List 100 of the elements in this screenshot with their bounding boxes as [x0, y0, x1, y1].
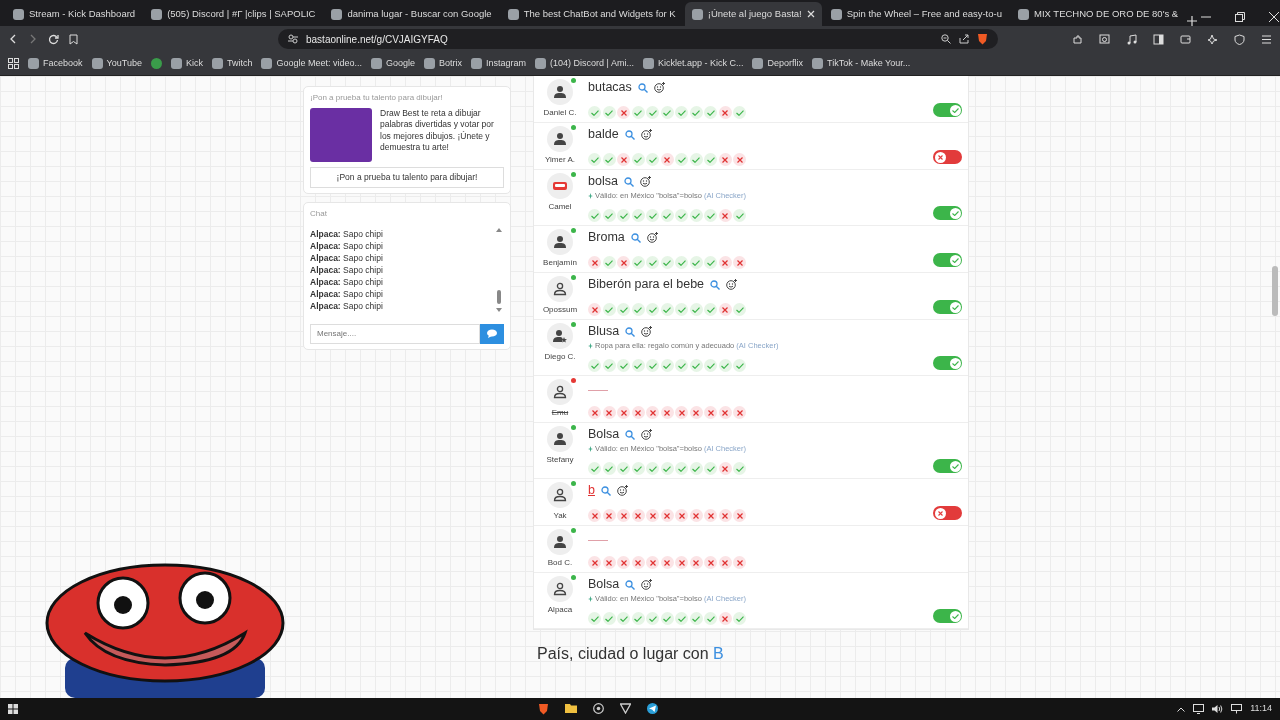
verdict-toggle[interactable] — [933, 300, 962, 314]
bookmark-link[interactable]: Twitch — [211, 56, 253, 71]
search-icon[interactable] — [623, 176, 634, 187]
verdict-toggle[interactable] — [933, 609, 962, 623]
bookmark-link[interactable]: Deporflix — [752, 56, 803, 71]
add-reaction-icon[interactable] — [641, 326, 653, 337]
sidebar-icon[interactable] — [1153, 33, 1164, 45]
browser-tab[interactable]: (505) Discord | #Γ |clips | SAPOLIC — [144, 2, 323, 26]
clock-time: 11:14 — [1250, 702, 1272, 716]
bookmark-link[interactable]: Instagram — [471, 56, 527, 71]
lion-shield-icon[interactable] — [537, 703, 549, 715]
folder-icon[interactable] — [564, 703, 577, 713]
verdict-toggle[interactable] — [933, 206, 962, 220]
browser-tab[interactable]: Stream - Kick Dashboard — [6, 2, 143, 26]
user-icon — [553, 432, 567, 446]
verdict-toggle[interactable] — [933, 356, 962, 370]
search-icon[interactable] — [625, 429, 636, 440]
user-icon — [553, 85, 567, 99]
scroll-thumb-icon[interactable] — [497, 289, 501, 304]
music-icon[interactable] — [1126, 33, 1137, 45]
add-reaction-icon[interactable] — [726, 279, 738, 290]
verdict-toggle[interactable] — [933, 253, 962, 267]
sparkle-icon[interactable] — [1207, 33, 1218, 45]
share-icon[interactable] — [959, 34, 969, 44]
verdict-toggle[interactable] — [933, 506, 962, 520]
verdict-toggle[interactable] — [933, 459, 962, 473]
bookmark-link[interactable]: Google — [371, 56, 416, 71]
forward-icon[interactable] — [28, 34, 38, 44]
player-name: Bod C. — [547, 557, 573, 569]
add-reaction-icon[interactable] — [641, 579, 653, 590]
scroll-up-icon[interactable] — [496, 227, 502, 232]
menu-icon[interactable] — [1261, 33, 1272, 45]
bookmark-link[interactable]: Kicklet.app - Kick C... — [642, 56, 744, 71]
search-icon[interactable] — [625, 326, 636, 337]
search-icon[interactable] — [624, 129, 635, 140]
bookmark-link[interactable]: Facebook — [28, 56, 83, 71]
add-reaction-icon[interactable] — [641, 429, 653, 440]
bookmark-favicon-icon[interactable] — [150, 58, 162, 69]
browser-tab[interactable]: Spin the Wheel – Free and easy-to-u — [823, 2, 1009, 26]
restore-icon[interactable] — [1235, 12, 1246, 22]
add-reaction-icon[interactable] — [646, 232, 658, 243]
bookmark-link[interactable]: Google Meet: video... — [261, 56, 362, 71]
paper-plane-icon[interactable] — [646, 703, 658, 714]
user-icon — [553, 535, 567, 549]
triangle-logo-icon[interactable] — [619, 703, 631, 714]
send-button[interactable] — [480, 323, 504, 344]
chat-message: Alpaca: Sapo chipi — [310, 263, 384, 276]
add-reaction-icon[interactable] — [640, 129, 652, 140]
verdict-toggle[interactable] — [933, 103, 962, 117]
windows-start-icon[interactable] — [8, 704, 18, 714]
site-settings-icon[interactable] — [288, 34, 298, 44]
shield-icon[interactable] — [1234, 33, 1245, 45]
bookmark-link[interactable]: YouTube — [91, 56, 142, 71]
search-icon[interactable] — [600, 485, 611, 496]
browser-tab[interactable]: ¡Únete al juego Basta! — [684, 2, 822, 26]
new-tab-icon[interactable] — [1187, 16, 1198, 26]
add-reaction-icon[interactable] — [616, 485, 628, 496]
scroll-down-icon[interactable] — [496, 307, 502, 312]
bookmark-link[interactable]: TikTok - Make Your... — [812, 56, 911, 71]
page-scrollbar[interactable] — [1272, 266, 1278, 316]
user-icon — [553, 582, 567, 596]
speaker-icon[interactable] — [1212, 704, 1224, 714]
promo-button[interactable]: ¡Pon a prueba tu talento para dibujar! — [310, 167, 504, 188]
search-icon[interactable] — [625, 579, 636, 590]
player-name: Daniel C. — [543, 107, 577, 119]
browser-tab[interactable]: The best ChatBot and Widgets for K — [500, 2, 683, 26]
add-reaction-icon[interactable] — [639, 176, 651, 187]
browser-tab[interactable]: danima lugar - Buscar con Google — [324, 2, 499, 26]
search-icon[interactable] — [710, 279, 721, 290]
back-icon[interactable] — [8, 34, 18, 44]
reload-icon[interactable] — [48, 33, 59, 45]
bookmark-link[interactable]: Kick — [170, 56, 203, 71]
answer-text: Bolsa — [588, 426, 620, 444]
answer-text: Bolsa — [588, 576, 620, 594]
media-icon[interactable] — [1099, 33, 1110, 45]
chevron-up-icon[interactable] — [1177, 706, 1186, 712]
user-icon — [553, 329, 567, 343]
extensions-icon[interactable] — [1072, 33, 1083, 45]
bookmark-link[interactable]: Botrix — [424, 56, 463, 71]
close-icon[interactable] — [1269, 12, 1280, 22]
search-icon[interactable] — [630, 232, 641, 243]
bookmark-link[interactable]: (104) Discord | Ami... — [535, 56, 634, 71]
lion-shield-icon[interactable] — [977, 33, 988, 45]
address-bar[interactable]: bastaonline.net/g/CVJAIGYFAQ — [278, 29, 998, 49]
user-icon — [553, 282, 567, 296]
check-icon — [951, 360, 959, 366]
bookmark-icon[interactable] — [69, 33, 78, 45]
verdict-toggle[interactable] — [933, 150, 962, 164]
wallet-icon[interactable] — [1180, 33, 1191, 45]
add-reaction-icon[interactable] — [653, 82, 665, 93]
network-icon[interactable] — [1231, 704, 1243, 714]
message-input[interactable]: Mensaje.... — [310, 323, 480, 344]
close-icon[interactable] — [806, 10, 815, 18]
aperture-icon[interactable] — [592, 703, 604, 714]
browser-tab[interactable]: MIX TECHNO DE ORO DE 80's & — [1011, 2, 1186, 26]
apps-grid-icon[interactable] — [8, 58, 19, 69]
zoom-icon[interactable] — [941, 34, 951, 44]
search-icon[interactable] — [637, 82, 648, 93]
chat-message: Alpaca: Sapo chipi — [310, 251, 384, 264]
monitor-icon[interactable] — [1193, 704, 1205, 714]
